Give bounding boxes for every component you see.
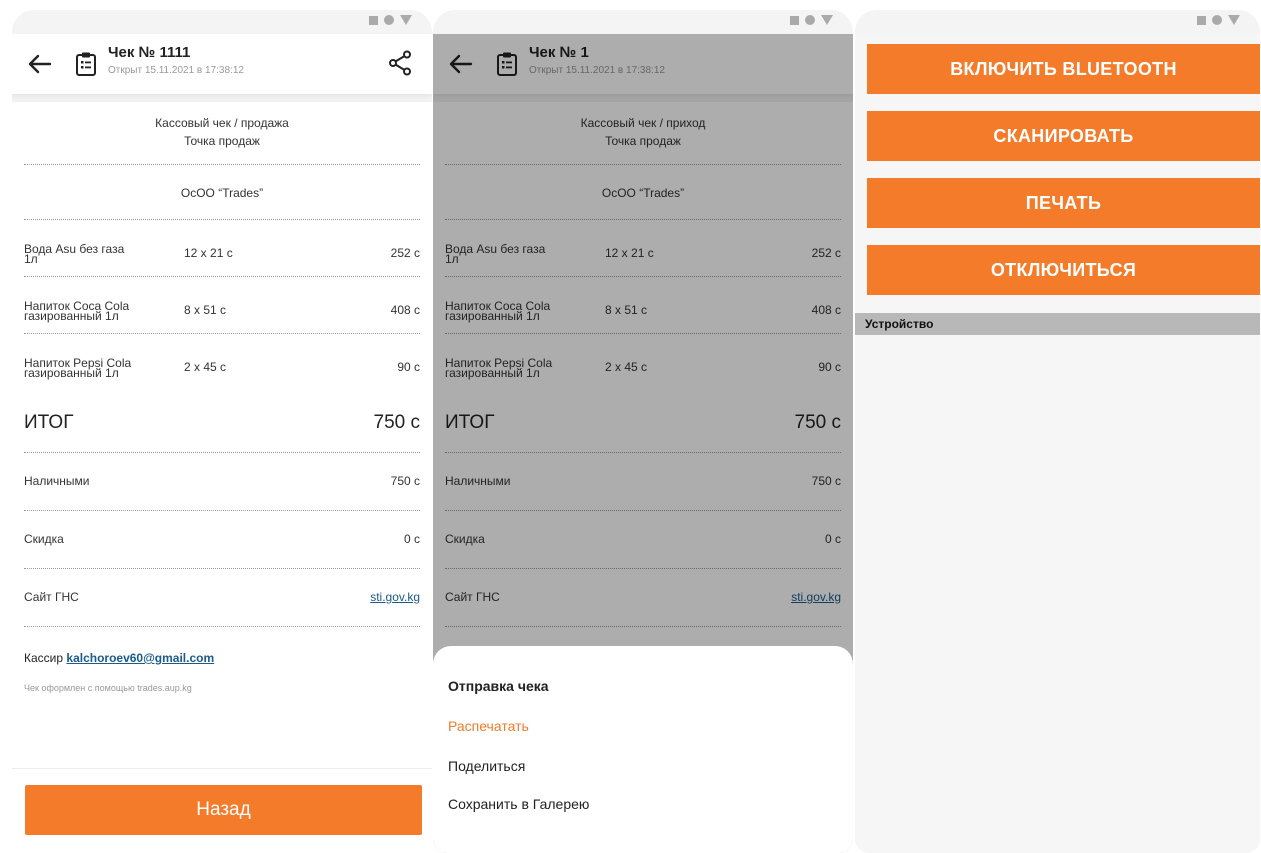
receipt-item: Напиток Pepsi Cola газированный 1л 2 х 45… [24,334,420,390]
status-bar-icons [1197,15,1240,25]
receipt-screen: Чек № 1111 Открыт 15.11.2021 в 17:38:12 … [12,10,432,853]
status-bar [433,10,853,34]
receipt-document-icon [76,52,96,76]
footer-note: Чек оформлен с помощью trades.aup.kg [24,683,192,693]
site-link[interactable]: sti.gov.kg [370,590,420,604]
total-value: 750 с [373,412,420,433]
back-button[interactable]: Назад [25,785,422,835]
send-receipt-sheet: Отправка чека Распечатать Поделиться Сох… [433,646,853,853]
receipt-send-screen: Чек № 1 Открыт 15.11.2021 в 17:38:12 Кас… [433,10,853,853]
item-quantity: 2 х 45 с [184,360,227,374]
receipt-opened-date: Открыт 15.11.2021 в 17:38:12 [108,65,244,76]
receipt-header: Кассовый чек / продажа Точка продаж [24,102,420,150]
cash-value: 750 с [390,474,420,488]
cash-label: Наличными [24,474,90,488]
enable-bluetooth-button[interactable]: ВКЛЮЧИТЬ BLUETOOTH [867,44,1260,94]
status-bar-icons [790,15,833,25]
receipt-item: Вода Asu без газа 1л 12 х 21 с 252 с [24,220,420,276]
print-button[interactable]: ПЕЧАТЬ [867,178,1260,228]
stop-icon [369,15,378,25]
sale-point: Точка продаж [184,134,260,148]
circle-icon [1212,15,1222,25]
total-row: ИТОГ 750 с [24,390,420,452]
status-bar [12,10,432,34]
share-option[interactable]: Поделиться [448,758,525,774]
cashier-line: Кассир kalchoroev60@gmail.com [24,627,420,665]
share-icon[interactable] [388,50,412,76]
total-label: ИТОГ [24,412,74,433]
status-bar [855,10,1260,34]
receipt-type: Кассовый чек / продажа [155,116,289,130]
disconnect-button[interactable]: ОТКЛЮЧИТЬСЯ [867,245,1260,295]
bottom-bar: Назад [12,768,432,853]
item-sum: 90 с [397,360,420,374]
divider [12,94,432,102]
sheet-title: Отправка чека [448,678,549,694]
discount-label: Скидка [24,532,64,546]
receipt-item: Напиток Coca Cola газированный 1л 8 х 51 … [24,277,420,333]
device-list-header: Устройство [855,313,1260,335]
save-to-gallery-option[interactable]: Сохранить в Галерею [448,796,589,812]
discount-value: 0 с [403,532,420,546]
scan-button[interactable]: СКАНИРОВАТЬ [867,111,1260,161]
item-quantity: 12 х 21 с [184,246,233,260]
printer-screen: ВКЛЮЧИТЬ BLUETOOTH СКАНИРОВАТЬ ПЕЧАТЬ ОТ… [855,10,1260,853]
item-name: Вода Asu без газа 1л [24,242,125,266]
item-sum: 252 с [390,246,420,260]
stop-icon [790,15,799,25]
app-bar: Чек № 1111 Открыт 15.11.2021 в 17:38:12 [12,34,432,94]
discount-row: Скидка 0 с [24,511,420,568]
cashier-email[interactable]: kalchoroev60@gmail.com [66,651,214,665]
organization-name: ОсОО “Trades” [180,186,264,200]
triangle-icon [821,15,833,25]
circle-icon [384,15,394,25]
circle-icon [805,15,815,25]
status-bar-icons [369,15,412,25]
stop-icon [1197,15,1206,25]
triangle-icon [1228,15,1240,25]
receipt-body: Кассовый чек / продажа Точка продаж ОсОО… [12,102,432,693]
receipt-title: Чек № 1111 [108,44,191,61]
item-quantity: 8 х 51 с [184,303,227,317]
back-arrow-icon[interactable] [26,50,54,78]
print-option[interactable]: Распечатать [448,718,529,734]
site-label: Сайт ГНС [24,590,79,604]
site-row: Сайт ГНС sti.gov.kg [24,569,420,626]
cash-row: Наличными 750 с [24,453,420,510]
item-name: Напиток Coca Cola газированный 1л [24,299,130,323]
triangle-icon [400,15,412,25]
cashier-label: Кассир [24,651,64,665]
item-name: Напиток Pepsi Cola газированный 1л [24,356,132,380]
item-sum: 408 с [390,303,420,317]
